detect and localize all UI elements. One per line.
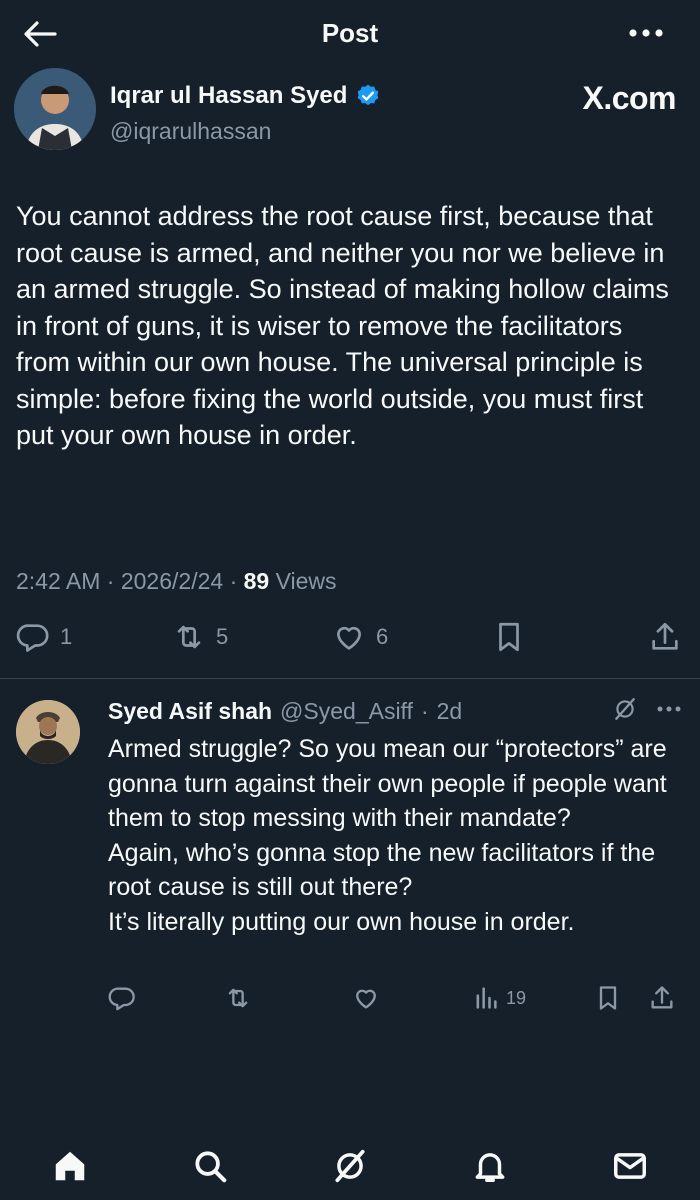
reply-header: Syed Asif shah @Syed_Asiff · 2d <box>108 698 462 725</box>
post-text: You cannot address the root cause first,… <box>16 201 677 450</box>
verified-badge-icon <box>355 83 381 109</box>
author-name[interactable]: Iqrar ul Hassan Syed <box>110 82 347 110</box>
share-icon <box>648 620 682 654</box>
heart-icon <box>352 984 380 1012</box>
reply-author-name[interactable]: Syed Asif shah <box>108 698 272 725</box>
analytics-icon <box>472 984 500 1012</box>
post-screen: Post Iqrar ul Hassan Syed @iqrarulhassan <box>0 0 700 1200</box>
divider <box>0 678 700 679</box>
reply-repost-button[interactable] <box>224 984 252 1012</box>
share-icon <box>648 984 676 1012</box>
reply-share-button[interactable] <box>648 984 676 1012</box>
bookmark-button[interactable] <box>492 620 526 654</box>
reply-actions: 19 <box>108 984 680 1018</box>
grok-icon <box>331 1147 369 1185</box>
nav-search[interactable] <box>188 1144 232 1188</box>
share-button[interactable] <box>648 620 682 654</box>
meta-separator: · <box>106 568 121 594</box>
nav-home[interactable] <box>48 1144 92 1188</box>
like-button[interactable]: 6 <box>332 620 388 654</box>
post-time: 2:42 AM <box>16 568 101 594</box>
reply-button[interactable]: 1 <box>16 620 72 654</box>
messages-icon <box>611 1147 649 1185</box>
reply-icon <box>108 984 136 1012</box>
post-meta: 2:42 AM · 2026/2/24 · 89 Views <box>16 568 337 595</box>
bookmark-icon <box>594 984 622 1012</box>
reply-avatar[interactable] <box>16 700 80 764</box>
author-avatar[interactable] <box>14 68 96 150</box>
top-bar: Post <box>0 0 700 68</box>
nav-notifications[interactable] <box>468 1144 512 1188</box>
repost-button[interactable]: 5 <box>172 620 228 654</box>
reply-count: 1 <box>60 624 73 649</box>
author-name-row: Iqrar ul Hassan Syed <box>110 82 381 110</box>
more-dots-icon <box>628 28 664 38</box>
reply-icon <box>16 620 50 654</box>
reply-text: Armed struggle? So you mean our “protect… <box>108 735 667 936</box>
heart-icon <box>332 620 366 654</box>
post-actions: 1 5 6 <box>16 620 684 664</box>
repost-count: 5 <box>216 624 229 649</box>
post-author: Iqrar ul Hassan Syed @iqrarulhassan X.co… <box>14 68 686 158</box>
reply-separator: · <box>420 698 429 724</box>
reply-reply-button[interactable] <box>108 984 136 1012</box>
repost-icon <box>172 620 206 654</box>
views-label: Views <box>275 568 337 594</box>
bookmark-icon <box>492 620 526 654</box>
search-icon <box>191 1147 229 1185</box>
notifications-icon <box>471 1147 509 1185</box>
xcom-watermark: X.com <box>582 80 676 116</box>
nav-messages[interactable] <box>608 1144 652 1188</box>
reply-author-handle[interactable]: @Syed_Asiff <box>280 698 413 725</box>
author-handle[interactable]: @iqrarulhassan <box>110 118 271 145</box>
bottom-nav <box>0 1130 700 1200</box>
repost-icon <box>224 984 252 1012</box>
reply-tools <box>612 696 682 722</box>
like-count: 6 <box>376 624 389 649</box>
post-date: 2026/2/24 <box>120 568 224 594</box>
more-options-button[interactable] <box>626 18 666 48</box>
reply-views-button[interactable]: 19 <box>472 984 526 1012</box>
reply-bookmark-button[interactable] <box>594 984 622 1012</box>
reply-views-count: 19 <box>506 987 527 1008</box>
home-icon <box>51 1147 89 1185</box>
reply-age: 2d <box>436 698 463 724</box>
grok-icon[interactable] <box>612 696 638 722</box>
nav-grok[interactable] <box>328 1144 372 1188</box>
page-title: Post <box>321 18 379 48</box>
reply-like-button[interactable] <box>352 984 380 1012</box>
more-dots-icon[interactable] <box>656 705 682 713</box>
views-count: 89 <box>243 568 270 594</box>
meta-separator: · <box>229 568 244 594</box>
